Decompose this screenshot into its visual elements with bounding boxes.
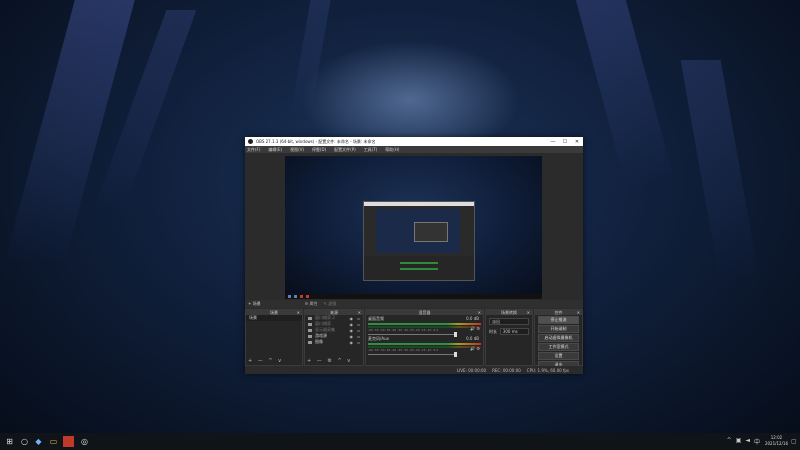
dock-close-icon[interactable]: ✕	[527, 310, 530, 315]
cpu-fps: CPU: 1.9%, 60.00 fps	[526, 367, 569, 373]
window-capture-icon	[308, 322, 312, 326]
close-button[interactable]: ✕	[571, 139, 583, 145]
menu-bar: 文件(F) 编辑(E) 视图(V) 停靠(D) 配置文件(P) 工具(T) 帮助…	[245, 146, 583, 153]
start-virtual-camera-button[interactable]: 启动虚拟摄像机	[538, 334, 579, 342]
transitions-header: 场景转换	[501, 310, 517, 315]
game-capture-icon	[308, 334, 312, 338]
menu-file[interactable]: 文件(F)	[247, 147, 260, 153]
scenes-dock: 场景 ✕ 场景 + — ^ v	[245, 309, 303, 366]
file-explorer-icon[interactable]: ▭	[48, 436, 59, 447]
menu-profile[interactable]: 配置文件(P)	[334, 147, 356, 153]
speaker-icon[interactable]: 🔊	[470, 346, 475, 351]
app-icon[interactable]: ◎	[79, 436, 90, 447]
captured-taskbar	[285, 294, 542, 299]
lock-icon[interactable]: ▫	[357, 334, 360, 339]
system-tray: ^ ▣ ◄ 中	[727, 437, 760, 446]
obs-logo-icon	[248, 139, 253, 144]
rec-timer: REC: 00:00:00	[492, 367, 521, 373]
visibility-eye-icon[interactable]: ◉	[350, 322, 354, 327]
lock-icon[interactable]: ▫	[357, 340, 360, 345]
current-scene-label: + 场景	[248, 301, 261, 306]
sources-toolbar[interactable]: + — ⚙ ^ v	[307, 358, 352, 364]
dock-close-icon[interactable]: ✕	[577, 310, 580, 315]
minimize-button[interactable]: —	[547, 139, 559, 145]
volume-icon[interactable]: ◄	[745, 437, 750, 446]
windows-taskbar: ⊞ ○ ◆ ▭ ◎ ^ ▣ ◄ 中 12:02 2021/12/16 ▢	[0, 433, 800, 450]
scenes-toolbar[interactable]: + — ^ v	[248, 358, 283, 364]
clock-date: 2021/12/16	[764, 441, 788, 446]
menu-tools[interactable]: 工具(T)	[364, 147, 378, 153]
input-language[interactable]: 中	[754, 437, 760, 446]
channel-name: 桌面音频	[368, 316, 384, 321]
audio-mixer-dock: 混音器 ✕ 桌面音频 0.0 dB -60 -55 -50 -45 -40 -35…	[365, 309, 484, 366]
channel-name: 麦克风/Aux	[368, 336, 389, 341]
preview-canvas[interactable]	[285, 156, 542, 299]
visibility-eye-icon[interactable]: ◉	[350, 316, 354, 321]
chevron-up-icon[interactable]: ^	[727, 437, 732, 446]
meter-ticks: -60 -55 -50 -45 -40 -35 -30 -25 -20 -15 …	[368, 348, 439, 352]
scene-transitions-dock: 场景转换 ✕ 淡出 时长 300 ms	[485, 309, 533, 366]
settings-button[interactable]: 设置	[538, 352, 579, 360]
maximize-button[interactable]: ☐	[559, 139, 571, 145]
visibility-eye-icon[interactable]: ◉	[350, 340, 354, 345]
controls-header: 控件	[554, 310, 563, 315]
network-icon[interactable]: ▣	[736, 437, 742, 446]
title-bar[interactable]: OBS 27.1.3 (64-bit, windows) - 配置文件: 未命名…	[245, 137, 583, 146]
duration-label: 时长	[489, 328, 497, 334]
source-item[interactable]: 图像 ◉ ▫	[305, 339, 363, 345]
speaker-icon[interactable]: 🔊	[470, 326, 475, 331]
menu-view[interactable]: 视图(V)	[290, 147, 304, 153]
mixer-channel-desktop: 桌面音频 0.0 dB -60 -55 -50 -45 -40 -35 -30 …	[366, 315, 483, 337]
obs-window: OBS 27.1.3 (64-bit, windows) - 配置文件: 未命名…	[245, 137, 583, 374]
volume-slider[interactable]	[368, 352, 457, 357]
filters-button[interactable]: ✎ 滤镜	[323, 301, 336, 307]
properties-button[interactable]: ⚙ 属性	[305, 301, 318, 307]
monitor-capture-icon	[308, 328, 312, 332]
preview-area	[245, 153, 583, 299]
window-capture-icon	[308, 316, 312, 320]
nested-obs-capture	[363, 201, 475, 281]
channel-db: 0.0 dB	[466, 316, 479, 321]
stop-streaming-button[interactable]: 停止推流	[538, 316, 579, 324]
visibility-eye-icon[interactable]: ◉	[350, 334, 354, 339]
obs-taskbar-icon[interactable]	[63, 436, 74, 447]
menu-docks[interactable]: 停靠(D)	[312, 147, 326, 153]
notification-icon[interactable]: ▢	[791, 438, 797, 445]
lock-icon[interactable]: ▫	[357, 328, 360, 333]
search-icon[interactable]: ○	[19, 436, 30, 447]
window-title: OBS 27.1.3 (64-bit, windows) - 配置文件: 未命名…	[256, 138, 376, 144]
lock-icon[interactable]: ▫	[357, 316, 360, 321]
studio-mode-button[interactable]: 工作室模式	[538, 343, 579, 351]
sources-dock: 来源 ✕ 窗口捕获 2 ◉ ▫ 窗口捕获 ◉ ▫ 显示器采集 ◉ ▫ 游戏源 ◉ ▫ 图像 ◉ ▫ +…	[304, 309, 364, 366]
transition-select[interactable]: 淡出	[489, 318, 529, 325]
status-bar: LIVE: 00:00:00 REC: 00:00:00 CPU: 1.9%, …	[245, 366, 583, 374]
scene-item[interactable]: 场景	[246, 315, 302, 321]
gear-icon[interactable]: ⚙	[476, 326, 480, 331]
volume-meter	[368, 343, 481, 345]
channel-db: 0.0 dB	[466, 336, 479, 341]
lock-icon[interactable]: ▫	[357, 322, 360, 327]
visibility-eye-icon[interactable]: ◉	[350, 328, 354, 333]
volume-meter	[368, 323, 481, 325]
menu-help[interactable]: 帮助(H)	[385, 147, 399, 153]
image-icon	[308, 340, 312, 344]
duration-input[interactable]: 300 ms	[499, 328, 529, 335]
menu-edit[interactable]: 编辑(E)	[268, 147, 282, 153]
live-timer: LIVE: 00:00:00	[456, 367, 487, 373]
meter-ticks: -60 -55 -50 -45 -40 -35 -30 -25 -20 -15 …	[368, 328, 439, 332]
taskbar-clock[interactable]: 12:02 2021/12/16	[765, 435, 788, 447]
windows-logo-icon[interactable]: ⊞	[4, 436, 15, 447]
start-recording-button[interactable]: 开始录制	[538, 325, 579, 333]
controls-dock: 控件 ✕ 停止推流 开始录制 启动虚拟摄像机 工作室模式 设置 退出	[534, 309, 583, 369]
context-bar: + 场景 ⚙ 属性 ✎ 滤镜	[245, 300, 583, 308]
steam-icon[interactable]: ◆	[33, 436, 44, 447]
mixer-channel-mic: 麦克风/Aux 0.0 dB -60 -55 -50 -45 -40 -35 -…	[366, 335, 483, 357]
gear-icon[interactable]: ⚙	[476, 346, 480, 351]
